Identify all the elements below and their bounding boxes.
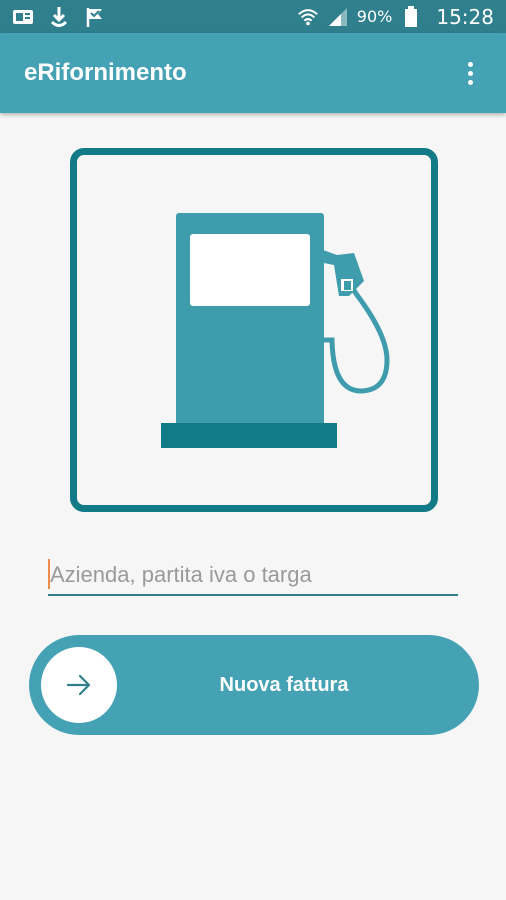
new-invoice-label: Nuova fattura	[219, 673, 349, 696]
battery-icon	[400, 5, 422, 28]
download-icon	[48, 6, 70, 28]
search-input[interactable]	[48, 556, 458, 594]
status-bar: 90% 15:28	[0, 0, 506, 33]
battery-percent: 90%	[356, 7, 393, 26]
arrow-circle	[41, 647, 117, 723]
app-bar: eRifornimento	[0, 33, 506, 113]
status-bar-notifications	[12, 6, 106, 28]
sim-card-icon	[12, 6, 34, 28]
search-field	[48, 556, 458, 596]
wifi-icon	[297, 6, 319, 28]
flag-check-icon	[84, 6, 106, 28]
more-vert-icon[interactable]	[458, 53, 482, 93]
status-bar-system: 90% 15:28	[297, 5, 494, 29]
hero-illustration-frame	[70, 148, 438, 512]
new-invoice-button[interactable]: Nuova fattura	[29, 635, 479, 735]
clock: 15:28	[436, 4, 494, 29]
text-cursor	[48, 559, 50, 589]
arrow-right-icon	[66, 674, 91, 696]
app-title: eRifornimento	[24, 59, 187, 86]
signal-icon	[327, 6, 349, 28]
fuel-pump-icon	[161, 213, 390, 448]
